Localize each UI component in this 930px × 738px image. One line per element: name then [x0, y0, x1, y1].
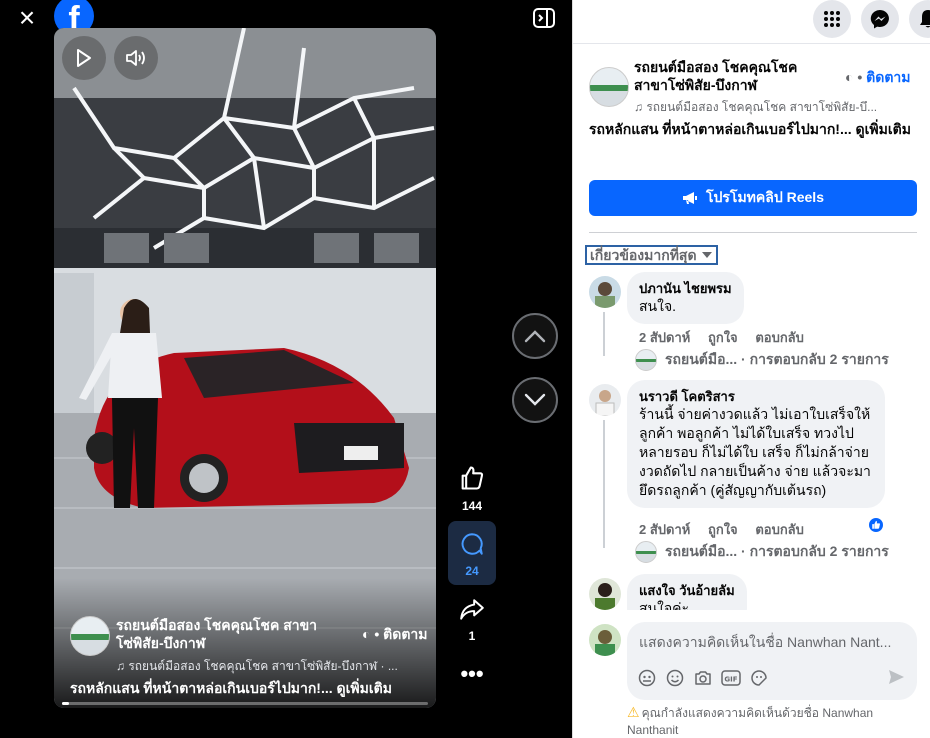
caret-down-icon	[701, 252, 712, 258]
like-comment-button[interactable]: ถูกใจ	[708, 330, 738, 345]
comments-panel: รถยนต์มือสอง โชคคุณโชค สาขาโซ่พิสัย-บึงก…	[572, 0, 930, 738]
camera-icon[interactable]	[693, 668, 713, 688]
toggle-panel-icon[interactable]	[532, 6, 556, 30]
view-replies-link[interactable]: รถยนต์มือ... · การตอบกลับ 2 รายการ	[635, 541, 889, 563]
sort-label: เกี่ยวข้องมากที่สุด	[590, 247, 697, 263]
comment-text: ร้านนี้ จ่ายค่างวดแล้ว ไม่เอาใบเสร็จให้ล…	[639, 406, 871, 498]
follow-prefix: •	[857, 69, 863, 85]
comment-bubble-icon	[461, 533, 483, 555]
chevron-up-icon	[524, 330, 546, 343]
send-icon[interactable]	[887, 668, 905, 691]
comment-input[interactable]: แสดงความคิดเห็นในชื่อ Nanwhan Nant...	[639, 632, 891, 654]
like-count: 144	[461, 499, 483, 513]
gif-label: GIF	[724, 676, 737, 684]
thread-line	[603, 312, 605, 356]
comment-time[interactable]: 2 สัปดาห์	[639, 522, 690, 537]
commenter-avatar[interactable]	[589, 384, 621, 416]
chevron-down-icon	[524, 393, 546, 406]
more-options-icon[interactable]: •••	[448, 663, 496, 685]
post-caption[interactable]: รถหลักแสน ที่หน้าตาหล่อเกินเบอร์ไปมาก!..…	[589, 119, 911, 139]
comment-author[interactable]: ปภานัน ไชยพรม	[639, 280, 732, 297]
share-arrow-icon	[460, 599, 484, 620]
reply-preview: รถยนต์มือ... · การตอบกลับ 2 รายการ	[665, 543, 889, 559]
sticker-icon[interactable]	[749, 668, 769, 688]
comment-action[interactable]: 24	[448, 521, 496, 585]
comment-actions: 2 สัปดาห์ ถูกใจ ตอบกลับ	[639, 327, 818, 348]
audio-track[interactable]: ♫ รถยนต์มือสอง โชคคุณโชค สาขาโซ่พิสัย-บึ…	[634, 98, 919, 117]
menu-grid-icon[interactable]	[813, 0, 851, 38]
notifications-bell-icon[interactable]	[909, 0, 930, 38]
comment-time[interactable]: 2 สัปดาห์	[639, 330, 690, 345]
reply-avatar	[635, 349, 657, 371]
comment-bubble: ปภานัน ไชยพรม สนใจ.	[627, 272, 744, 324]
share-count: 1	[468, 629, 476, 643]
comment-text: สนใจ.	[639, 298, 677, 314]
follow-label: ติดตาม	[866, 69, 911, 85]
like-reaction-icon[interactable]	[867, 516, 885, 534]
promote-label: โปรโมทคลิป Reels	[706, 189, 824, 205]
comment-count: 24	[465, 564, 479, 578]
previous-reel-button[interactable]	[512, 313, 558, 359]
warning-text: คุณกำลังแสดงความคิดเห็นด้วยชื่อ Nanwhan …	[627, 706, 874, 737]
comment-bubble: นราวดี โคตริสาร ร้านนี้ จ่ายค่างวดแล้ว ไ…	[627, 380, 885, 508]
video-progress-bar[interactable]	[62, 702, 428, 705]
audio-track[interactable]: ♫ รถยนต์มือสอง โชคคุณโชค สาขาโซ่พิสัย-บึ…	[116, 657, 428, 676]
comment-actions: 2 สัปดาห์ ถูกใจ ตอบกลับ	[639, 519, 818, 540]
page-avatar[interactable]	[589, 67, 629, 107]
reply-avatar	[635, 541, 657, 563]
comment-text: สนใจค่ะ	[639, 600, 690, 610]
play-icon	[77, 49, 91, 67]
comment-author[interactable]: นราวดี โคตริสาร	[639, 388, 873, 405]
play-button[interactable]	[62, 36, 106, 80]
thumbs-up-icon	[461, 466, 484, 490]
current-user-avatar[interactable]	[589, 624, 621, 656]
reel-video[interactable]: รถยนต์มือสอง โชคคุณโชค สาขาโซ่พิสัย-บึงก…	[54, 28, 436, 708]
page-name[interactable]: รถยนต์มือสอง โชคคุณโชค สาขาโซ่พิสัย-บึงก…	[634, 58, 834, 94]
top-bar	[573, 0, 930, 44]
close-icon[interactable]: ×	[14, 4, 40, 32]
divider	[589, 232, 917, 233]
comment-list: ปภานัน ไชยพรม สนใจ. 2 สัปดาห์ ถูกใจ ตอบก…	[573, 272, 930, 610]
reply-comment-button[interactable]: ตอบกลับ	[755, 522, 804, 537]
view-replies-link[interactable]: รถยนต์มือ... · การตอบกลับ 2 รายการ	[635, 349, 889, 371]
comment-composer[interactable]: แสดงความคิดเห็นในชื่อ Nanwhan Nant... GI…	[627, 622, 917, 700]
follow-label: ติดตาม	[383, 626, 428, 642]
avatar-sticker-icon[interactable]	[637, 668, 657, 688]
video-caption[interactable]: รถหลักแสน ที่หน้าตาหล่อเกินเบอร์ไปมาก!..…	[70, 678, 422, 700]
megaphone-icon	[683, 192, 697, 204]
follow-button[interactable]: ◐ • ติดตาม	[845, 67, 911, 89]
messenger-icon[interactable]	[861, 0, 899, 38]
next-reel-button[interactable]	[512, 377, 558, 423]
volume-button[interactable]	[114, 36, 158, 80]
identity-warning: ⚠ คุณกำลังแสดงความคิดเห็นด้วยชื่อ Nanwhan…	[627, 704, 923, 738]
like-action[interactable]: 144	[448, 464, 496, 513]
reel-viewer: × f รถยนต์มือสอง โชคคุณโชค สาขาโซ่พิสัย-…	[0, 0, 572, 738]
comment-author[interactable]: แสงใจ วันอ้ายลัม	[639, 582, 735, 599]
speaker-icon	[126, 50, 145, 66]
progress-fill	[62, 702, 70, 705]
globe-icon: ◐	[845, 69, 854, 85]
reply-preview: รถยนต์มือ... · การตอบกลับ 2 รายการ	[665, 351, 889, 367]
comment-bubble: แสงใจ วันอ้ายลัม สนใจค่ะ	[627, 574, 747, 610]
emoji-icon[interactable]	[665, 668, 685, 688]
gif-icon[interactable]: GIF	[721, 668, 741, 688]
commenter-avatar[interactable]	[589, 578, 621, 610]
video-info-overlay: รถยนต์มือสอง โชคคุณโชค สาขาโซ่พิสัย-บึงก…	[54, 578, 436, 708]
promote-reel-button[interactable]: โปรโมทคลิป Reels	[589, 180, 917, 216]
share-action[interactable]: 1	[448, 598, 496, 643]
comment-sort-dropdown[interactable]: เกี่ยวข้องมากที่สุด	[585, 245, 718, 265]
globe-icon: ◐	[362, 626, 371, 642]
page-avatar[interactable]	[70, 616, 110, 656]
page-name[interactable]: รถยนต์มือสอง โชคคุณโชค สาขาโซ่พิสัย-บึงก…	[116, 616, 342, 652]
follow-prefix: •	[374, 626, 380, 642]
warning-icon: ⚠	[627, 704, 640, 720]
like-comment-button[interactable]: ถูกใจ	[708, 522, 738, 537]
reply-comment-button[interactable]: ตอบกลับ	[755, 330, 804, 345]
follow-button[interactable]: ◐ • ติดตาม	[362, 624, 428, 646]
commenter-avatar[interactable]	[589, 276, 621, 308]
composer-tools: GIF	[637, 668, 769, 688]
thread-line	[603, 420, 605, 548]
